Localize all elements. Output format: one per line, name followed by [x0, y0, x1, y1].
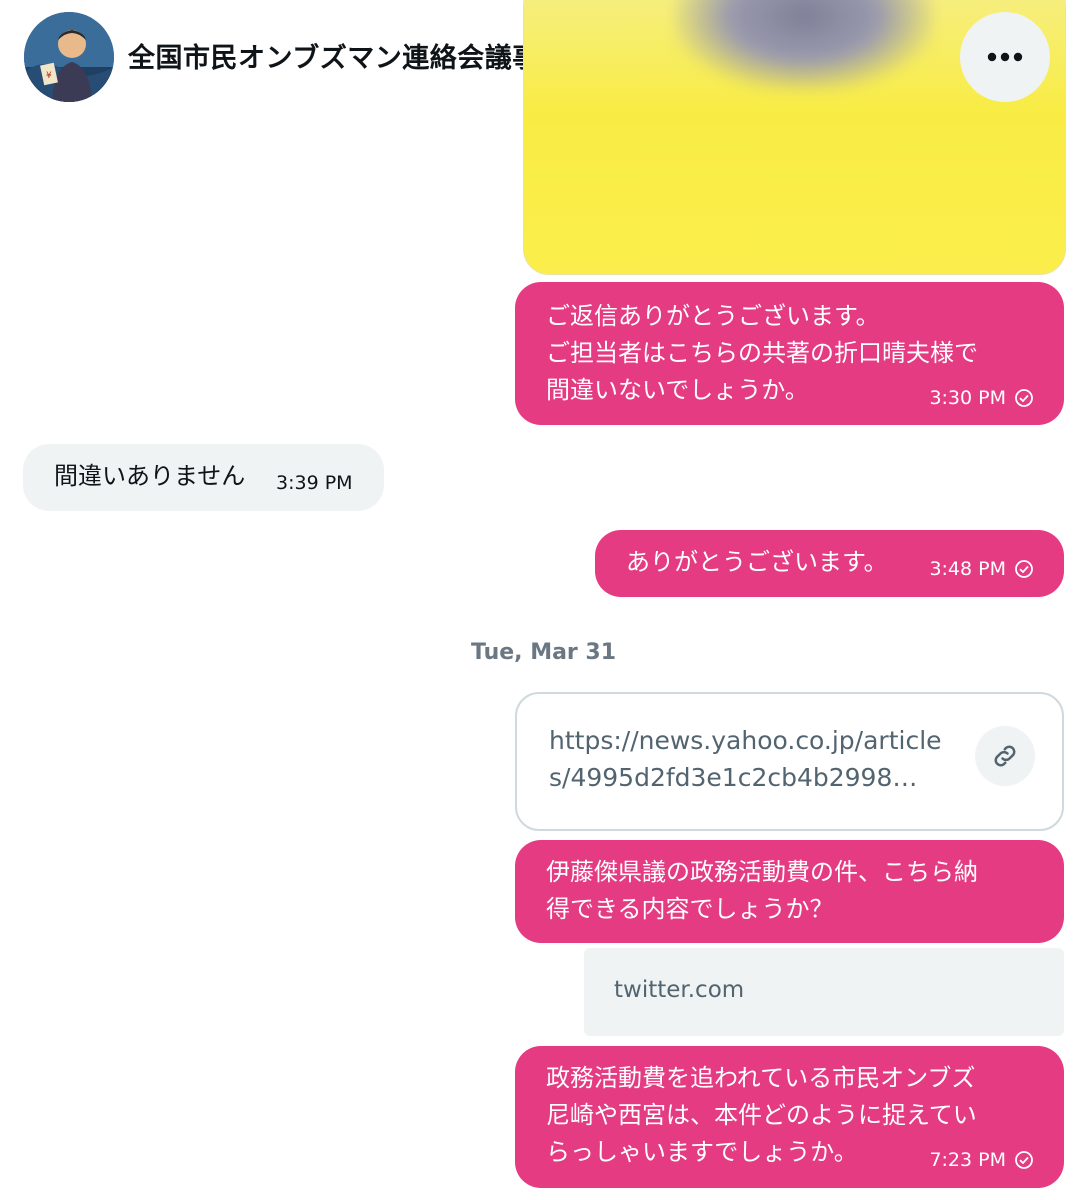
sent-message[interactable]: ご返信ありがとうございます。 ご担当者はこちらの共著の折口晴夫様で 間違いないで…	[515, 282, 1064, 425]
message-meta: 3:48 PM	[929, 558, 1034, 580]
person-avatar-icon: ¥	[24, 12, 114, 102]
message-timestamp: 3:48 PM	[929, 558, 1006, 580]
message-text: ご返信ありがとうございます。 ご担当者はこちらの共著の折口晴夫様で 間違いないで…	[546, 302, 978, 404]
svg-text:¥: ¥	[46, 71, 52, 81]
link-preview-card[interactable]: https://news.yahoo.co.jp/articles/4995d2…	[515, 692, 1064, 831]
message-timestamp: 7:23 PM	[929, 1149, 1006, 1171]
link-domain: twitter.com	[614, 977, 745, 1003]
avatar[interactable]: ¥	[24, 12, 114, 102]
message-meta: 7:23 PM	[929, 1149, 1034, 1171]
message-text: 間違いありません	[54, 462, 246, 490]
received-message[interactable]: 間違いありません 3:39 PM	[23, 444, 384, 511]
message-timestamp: 3:30 PM	[929, 387, 1006, 409]
date-separator: Tue, Mar 31	[471, 640, 617, 665]
message-text: ありがとうございます。	[626, 548, 888, 576]
link-domain-card[interactable]: twitter.com	[584, 948, 1064, 1036]
sent-message[interactable]: ありがとうございます。 3:48 PM	[595, 530, 1064, 597]
sent-check-icon	[1015, 1151, 1033, 1169]
message-timestamp: 3:39 PM	[276, 472, 353, 494]
sent-message[interactable]: 政務活動費を追われている市民オンブズ 尼崎や西宮は、本件どのように捉えてい らっ…	[515, 1046, 1064, 1188]
message-meta: 3:30 PM	[929, 387, 1034, 409]
sent-check-icon	[1015, 560, 1033, 578]
link-icon	[975, 726, 1035, 786]
more-options-button[interactable]	[960, 12, 1050, 102]
ellipsis-icon	[987, 52, 1023, 62]
sent-check-icon	[1015, 389, 1033, 407]
sent-message[interactable]: 伊藤傑県議の政務活動費の件、こちら納 得できる内容でしょうか？	[515, 840, 1064, 943]
blurred-image-area	[674, 0, 934, 91]
message-text: 伊藤傑県議の政務活動費の件、こちら納 得できる内容でしょうか？	[546, 858, 978, 923]
message-meta: 3:39 PM	[276, 472, 353, 494]
message-text: 政務活動費を追われている市民オンブズ 尼崎や西宮は、本件どのように捉えてい らっ…	[546, 1064, 977, 1166]
link-url[interactable]: https://news.yahoo.co.jp/articles/4995d2…	[549, 722, 954, 796]
